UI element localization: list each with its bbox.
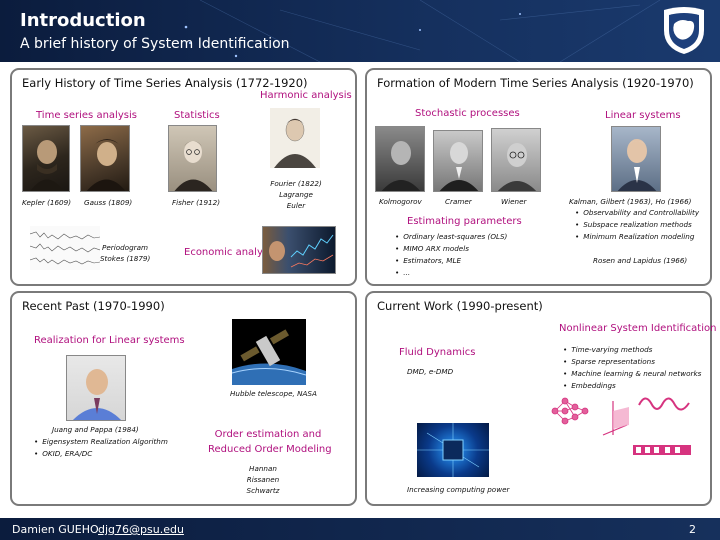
gauss-caption: Gauss (1809): [84, 198, 133, 207]
panel-title: Formation of Modern Time Series Analysis…: [377, 76, 694, 90]
list-item: Minimum Realization modeling: [575, 232, 699, 241]
university-shield-logo: [664, 7, 704, 54]
list-item: Eigensystem Realization Algorithm: [34, 437, 168, 446]
time-series-heading: Time series analysis: [36, 110, 137, 121]
page-number: 2: [689, 523, 696, 536]
order-estimation-heading: Order estimation and Reduced Order Model…: [208, 427, 332, 457]
juang-caption: Juang and Pappa (1984): [52, 425, 139, 434]
schwartz-caption: Schwartz: [246, 486, 280, 495]
list-item: Ordinary least-squares (OLS): [395, 232, 507, 241]
slide-header: Introduction A brief history of System I…: [0, 0, 720, 62]
panel-title: Current Work (1990-present): [377, 299, 543, 313]
kalman-caption: Kalman, Gilbert (1963), Ho (1966): [569, 197, 692, 206]
hannan-caption: Hannan: [249, 464, 277, 473]
hubble-caption: Hubble telescope, NASA: [230, 389, 317, 398]
cramer-portrait: [433, 130, 483, 192]
fluid-dynamics-heading: Fluid Dynamics: [399, 347, 476, 358]
neural-network-icon: [551, 397, 589, 425]
linear-systems-heading: Linear systems: [605, 110, 681, 121]
author-email-link[interactable]: djg76@psu.edu: [98, 523, 184, 536]
order-people: Hannan Rissanen Schwartz: [238, 463, 288, 496]
list-item: Sparse representations: [563, 357, 701, 366]
early-history-panel: Early History of Time Series Analysis (1…: [10, 68, 357, 286]
linear-systems-list: Observability and Controllability Subspa…: [575, 208, 699, 244]
kalman-portrait: [611, 126, 661, 192]
list-item: Embeddings: [563, 381, 701, 390]
slide-subtitle: A brief history of System Identification: [20, 36, 290, 52]
kepler-caption: Kepler (1609): [22, 198, 71, 207]
harmonic-heading: Harmonic analysis: [260, 90, 352, 101]
juang-portrait: [66, 355, 126, 421]
fourier-portrait: [270, 108, 320, 168]
list-item: ...: [395, 268, 507, 277]
list-item: MIMO ARX models: [395, 244, 507, 253]
modern-formation-panel: Formation of Modern Time Series Analysis…: [365, 68, 712, 286]
order-heading-line2: Reduced Order Modeling: [208, 444, 332, 455]
stochastic-heading: Stochastic processes: [415, 108, 520, 119]
list-item: Estimators, MLE: [395, 256, 507, 265]
hubble-telescope-image: [232, 319, 306, 385]
computing-chip-image: [417, 423, 489, 477]
recent-past-panel: Recent Past (1970-1990) Realization for …: [10, 291, 357, 506]
panel-title: Early History of Time Series Analysis (1…: [22, 76, 308, 90]
kolmogorov-portrait: [375, 126, 425, 192]
lagrange-caption: Lagrange: [279, 190, 313, 199]
gauss-portrait: [80, 125, 130, 192]
nonlinear-heading: Nonlinear System Identification: [559, 323, 717, 334]
list-item: Observability and Controllability: [575, 208, 699, 217]
fisher-caption: Fisher (1912): [172, 198, 220, 207]
stock-screen-image: [262, 226, 336, 274]
statistics-heading: Statistics: [174, 110, 220, 121]
sequence-bar-icon: [633, 445, 691, 455]
order-heading-line1: Order estimation and: [214, 429, 322, 440]
fisher-portrait: [168, 125, 217, 192]
kepler-portrait: [22, 125, 70, 192]
wiener-caption: Wiener: [501, 197, 527, 206]
slide-title: Introduction: [20, 10, 146, 31]
fourier-caption: Fourier (1822): [270, 179, 322, 188]
harmonic-people: Fourier (1822) Lagrange Euler: [268, 178, 324, 211]
slide-footer: Damien GUEHO djg76@psu.edu 2: [0, 518, 720, 540]
panel-title: Recent Past (1970-1990): [22, 299, 165, 313]
list-item: OKID, ERA/DC: [34, 449, 168, 458]
fluid-caption: DMD, e-DMD: [407, 367, 454, 376]
estimating-heading: Estimating parameters: [407, 216, 522, 227]
nonlinear-icons: [551, 397, 691, 455]
author-name: Damien GUEHO: [12, 523, 99, 536]
embedding-plot-icon: [602, 401, 629, 436]
list-item: Subspace realization methods: [575, 220, 699, 229]
signal-wave-icon: [638, 397, 690, 411]
rissanen-caption: Rissanen: [246, 475, 280, 484]
list-item: Time-varying methods: [563, 345, 701, 354]
periodogram-label: Periodogram: [102, 243, 148, 252]
rosen-caption: Rosen and Lapidus (1966): [593, 256, 688, 265]
euler-caption: Euler: [286, 201, 306, 210]
computing-caption: Increasing computing power: [407, 485, 510, 494]
wiener-portrait: [491, 128, 541, 192]
realization-heading: Realization for Linear systems: [34, 335, 185, 346]
nonlinear-list: Time-varying methods Sparse representati…: [563, 345, 701, 393]
list-item: Machine learning & neural networks: [563, 369, 701, 378]
juang-list: Eigensystem Realization Algorithm OKID, …: [34, 437, 168, 461]
stokes-label: Stokes (1879): [100, 254, 151, 263]
cramer-caption: Cramer: [445, 197, 472, 206]
current-work-panel: Current Work (1990-present) Nonlinear Sy…: [365, 291, 716, 506]
kolmogorov-caption: Kolmogorov: [379, 197, 422, 206]
periodogram-image: [30, 226, 100, 270]
periodogram-caption: Periodogram Stokes (1879): [100, 242, 150, 264]
estimating-list: Ordinary least-squares (OLS) MIMO ARX mo…: [395, 232, 507, 280]
